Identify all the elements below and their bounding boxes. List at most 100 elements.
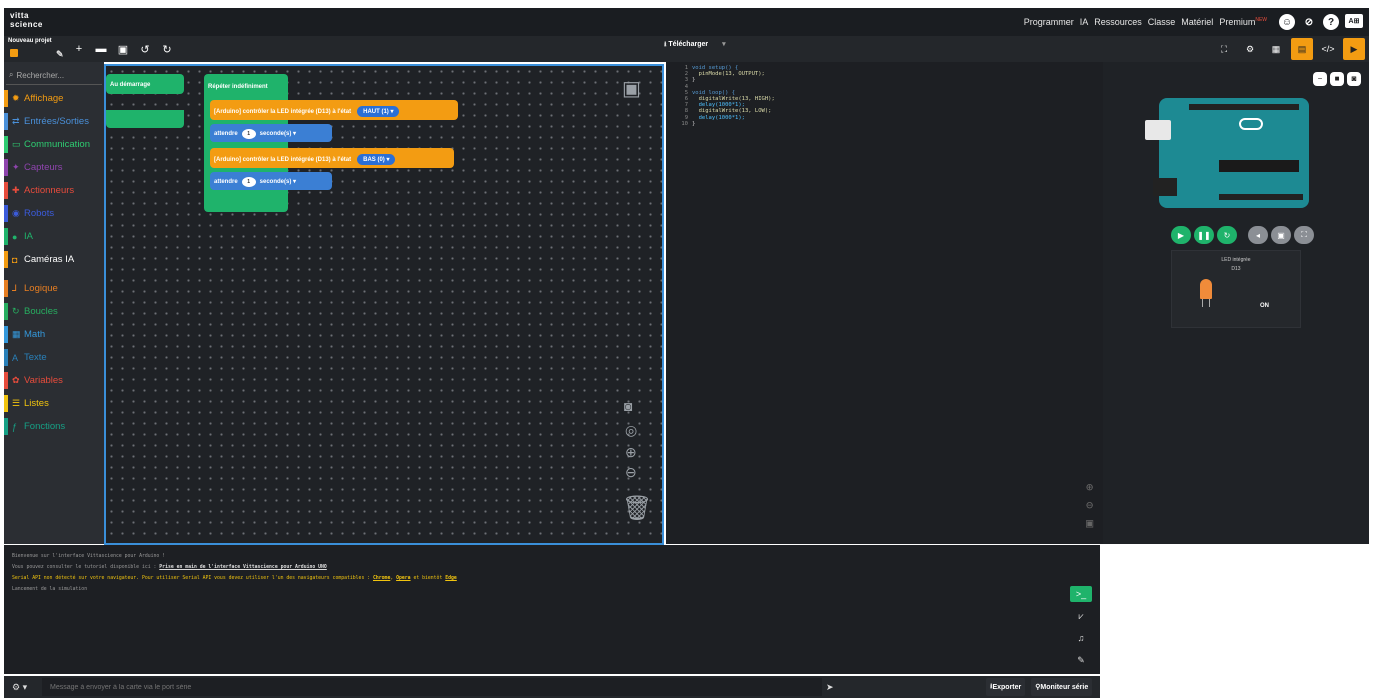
camera-ai-icon: ◘ <box>12 254 18 265</box>
download-button[interactable]: ⭳ Télécharger ▾ <box>664 40 726 51</box>
language-icon[interactable]: A ⊞ <box>1345 14 1363 28</box>
category-ia[interactable]: ● IA <box>4 225 104 248</box>
code-editor[interactable]: 1 void setup() { 2 pinMode(13, OUTPUT); 3… <box>666 62 1103 544</box>
led-state-dropdown-2[interactable]: BAS (0) ▾ <box>357 154 396 165</box>
console-launch: Lancement de la simulation <box>12 587 88 592</box>
category-variables[interactable]: ✿ Variables <box>4 369 104 392</box>
code-view-icon[interactable]: </> <box>1317 38 1339 60</box>
add-icon[interactable]: + <box>68 39 90 59</box>
zoom-out-icon[interactable]: ⊖ <box>625 464 637 481</box>
category-capteurs[interactable]: ✦ Capteurs <box>4 156 104 179</box>
chrome-link[interactable]: Chrome <box>373 576 390 581</box>
sim-tool-1-icon[interactable]: ◂ <box>1248 226 1268 244</box>
eye-off-icon[interactable]: ⊘ <box>1301 14 1317 30</box>
blocks-code-view-icon[interactable]: ▤ <box>1291 38 1313 60</box>
project-title[interactable]: Nouveau projet <box>8 38 52 44</box>
opera-link[interactable]: Opera <box>396 576 410 581</box>
trash-icon[interactable]: 🗑 <box>622 494 652 523</box>
redo-icon[interactable]: ↻ <box>156 39 178 59</box>
edit-icon[interactable]: ✎ <box>56 49 64 60</box>
brush-icon[interactable]: ✎ <box>1070 652 1092 668</box>
category-entrees-sorties[interactable]: ⇄ Entrées/Sorties <box>4 110 104 133</box>
category-actionneurs[interactable]: ✚ Actionneurs <box>4 179 104 202</box>
arduino-logo-icon <box>1239 118 1263 130</box>
wait-unit-dropdown-2[interactable]: seconde(s) ▾ <box>260 179 296 185</box>
robot-mascot-icon[interactable]: ▣ <box>622 76 641 101</box>
block-search[interactable]: ⌕ Rechercher... <box>6 68 102 85</box>
blocks-view-icon[interactable]: ▦ <box>1265 38 1287 60</box>
serial-settings-icon[interactable]: ⚙ ▾ <box>4 682 42 693</box>
undo-icon[interactable]: ↺ <box>134 39 156 59</box>
led-state-dropdown-1[interactable]: HAUT (1) ▾ <box>357 106 400 117</box>
sim-camera-icon[interactable]: ◙ <box>1347 72 1361 86</box>
editor-zoom-in-icon[interactable]: ⊕ <box>1086 481 1093 493</box>
sim-restart-icon[interactable]: ↻ <box>1217 226 1237 244</box>
open-folder-icon[interactable]: ▬ <box>90 39 112 59</box>
editor-zoom-out-icon[interactable]: ⊖ <box>1086 499 1093 511</box>
help-icon[interactable]: ? <box>1323 14 1339 30</box>
nav-ia[interactable]: IA <box>1080 17 1089 27</box>
on-start-block-footer[interactable] <box>106 110 184 128</box>
sim-tool-2-icon[interactable]: ▣ <box>1271 226 1291 244</box>
nav-ressources[interactable]: Ressources <box>1094 17 1142 27</box>
premium-new-badge: NEW <box>1255 17 1267 23</box>
arduino-uno-board <box>1145 98 1309 208</box>
microcontroller-chip <box>1219 160 1299 172</box>
export-button[interactable]: ⭳ Exporter <box>986 678 1026 696</box>
nav-classe[interactable]: Classe <box>1148 17 1176 27</box>
download-caret-icon[interactable]: ▾ <box>722 41 726 48</box>
io-icon: ⇄ <box>12 116 20 126</box>
send-icon[interactable]: ➤ <box>826 682 846 693</box>
tutorial-link[interactable]: Prise en main de l'interface Vittascienc… <box>159 565 327 570</box>
sim-minimize-icon[interactable]: − <box>1313 72 1327 86</box>
graph-icon[interactable]: ⩗ <box>1070 608 1092 624</box>
save-icon[interactable]: ▣ <box>112 39 134 59</box>
vittascience-logo[interactable]: vitta science <box>10 11 46 33</box>
zoom-in-icon[interactable]: ⊕ <box>625 444 637 461</box>
wait-block-2[interactable]: attendre 1 seconde(s) ▾ <box>210 172 332 190</box>
console-tutorial: Vous pouvez consulter le tutoriel dispon… <box>12 565 327 570</box>
sim-stop-icon[interactable]: ■ <box>1330 72 1344 86</box>
block-categories: ⌕ Rechercher... ✹ Affichage ⇄ Entrées/Sort… <box>4 62 104 544</box>
console-tools: >_ ⩗ ♫ ✎ <box>1070 586 1092 668</box>
serial-message-input[interactable] <box>42 678 822 696</box>
category-communication[interactable]: ▭ Communication <box>4 133 104 156</box>
settings-icon[interactable]: ⚙ <box>1239 38 1261 60</box>
music-icon[interactable]: ♫ <box>1070 630 1092 646</box>
wait-unit-dropdown-1[interactable]: seconde(s) ▾ <box>260 131 296 137</box>
nav-programmer[interactable]: Programmer <box>1024 17 1074 27</box>
wait-block-1[interactable]: attendre 1 seconde(s) ▾ <box>210 124 332 142</box>
project-file-icon[interactable] <box>10 49 18 57</box>
led-state-block-1[interactable]: [Arduino] contrôler la LED intégrée (D13… <box>210 100 458 120</box>
repeat-forever-block[interactable]: Répéter indéfiniment <box>204 74 288 212</box>
nav-premium[interactable]: PremiumNEW <box>1219 17 1267 27</box>
category-cameras-ia[interactable]: ◘ Caméras IA <box>4 248 104 271</box>
category-fonctions[interactable]: ƒ Fonctions <box>4 415 104 438</box>
wait-value-1[interactable]: 1 <box>241 129 256 139</box>
category-listes[interactable]: ☰ Listes <box>4 392 104 415</box>
blockly-workspace[interactable]: Au démarrage Répéter indéfiniment [Ardui… <box>104 64 664 545</box>
serial-monitor-button[interactable]: ⚲ Moniteur série <box>1031 678 1093 696</box>
category-math[interactable]: ▦ Math <box>4 323 104 346</box>
edge-link[interactable]: Edge <box>445 576 457 581</box>
simulator-panel: − ■ ◙ ▶ ❚❚ ↻ ◂ ▣ ⛶ LED intégrée D13 ON <box>1103 62 1369 544</box>
editor-reset-icon[interactable]: ▣ <box>1086 517 1093 529</box>
fullscreen-icon[interactable]: ⛶ <box>1213 38 1235 60</box>
nav-materiel[interactable]: Matériel <box>1181 17 1213 27</box>
simulator-play-icon[interactable]: ▶ <box>1343 38 1365 60</box>
terminal-icon[interactable]: >_ <box>1070 586 1092 602</box>
category-logique[interactable]: ⅃ Logique <box>4 277 104 300</box>
category-robots[interactable]: ◉ Robots <box>4 202 104 225</box>
on-start-block[interactable]: Au démarrage <box>106 74 184 94</box>
sim-play-icon[interactable]: ▶ <box>1171 226 1191 244</box>
user-icon[interactable]: ☺ <box>1279 14 1295 30</box>
wait-value-2[interactable]: 1 <box>241 177 256 187</box>
category-affichage[interactable]: ✹ Affichage <box>4 87 104 110</box>
recenter-icon[interactable]: ◎ <box>625 422 637 439</box>
screenshot-icon[interactable]: ◙ <box>624 398 632 414</box>
category-texte[interactable]: A Texte <box>4 346 104 369</box>
led-state-block-2[interactable]: [Arduino] contrôler la LED intégrée (D13… <box>210 148 454 168</box>
sim-pause-icon[interactable]: ❚❚ <box>1194 226 1214 244</box>
category-boucles[interactable]: ↻ Boucles <box>4 300 104 323</box>
sim-tool-3-icon[interactable]: ⛶ <box>1294 226 1314 244</box>
